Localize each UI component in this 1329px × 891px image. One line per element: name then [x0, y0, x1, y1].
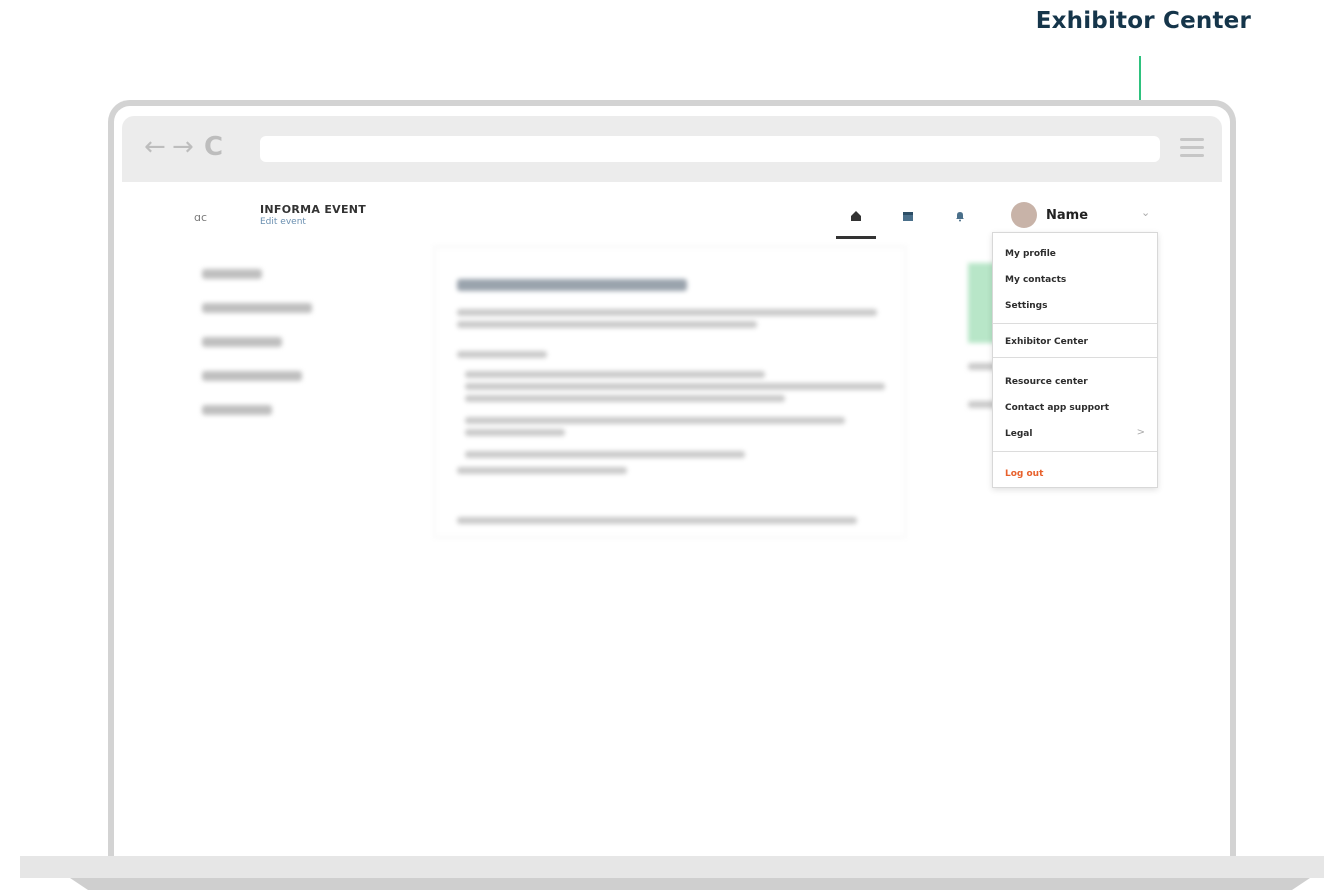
edit-event-link[interactable]: Edit event: [260, 217, 306, 227]
text-line: [465, 451, 745, 458]
text-line: [465, 429, 565, 436]
laptop-base: [20, 856, 1324, 878]
sidebar-item[interactable]: [202, 303, 312, 313]
text-line: [457, 467, 627, 474]
chevron-down-icon[interactable]: ⌄: [1141, 206, 1150, 219]
menu-item-log-out[interactable]: Log out: [1005, 469, 1043, 479]
sidebar-item[interactable]: [202, 269, 262, 279]
laptop-foot: [70, 878, 1310, 890]
text-line: [465, 371, 765, 378]
event-title: INFORMA EVENT: [260, 203, 367, 216]
welcome-card: [434, 246, 906, 538]
menu-item-legal[interactable]: Legal: [1005, 429, 1032, 439]
forward-arrow-icon[interactable]: →: [172, 134, 194, 160]
callout-label: Exhibitor Center: [1035, 8, 1251, 34]
back-arrow-icon[interactable]: ←: [144, 134, 166, 160]
text-line: [465, 383, 885, 390]
text-line: [465, 417, 845, 424]
menu-divider: [993, 451, 1157, 452]
sidebar-item[interactable]: [202, 405, 272, 415]
text-line: [465, 395, 785, 402]
text-line: [457, 309, 877, 316]
menu-item-contact-app-support[interactable]: Contact app support: [1005, 403, 1109, 413]
menu-item-my-contacts[interactable]: My contacts: [1005, 275, 1066, 285]
text-line: [457, 351, 547, 358]
menu-item-resource-center[interactable]: Resource center: [1005, 377, 1088, 387]
laptop-screen: ← → C ɑc INFORMA EVENT Edit event Name ⌄: [108, 100, 1236, 860]
menu-item-settings[interactable]: Settings: [1005, 301, 1047, 311]
browser-menu-icon[interactable]: [1180, 138, 1204, 157]
welcome-heading: [457, 279, 687, 291]
bell-icon[interactable]: [952, 210, 968, 225]
user-dropdown-menu: My profile My contacts Settings Exhibito…: [992, 232, 1158, 488]
sidebar: [184, 251, 424, 431]
text-line: [457, 517, 857, 524]
calendar-icon[interactable]: [900, 210, 916, 225]
menu-divider: [993, 357, 1157, 358]
menu-item-exhibitor-center[interactable]: Exhibitor Center: [1005, 337, 1088, 347]
menu-divider: [993, 323, 1157, 324]
avatar[interactable]: [1011, 202, 1037, 228]
text-line: [457, 321, 757, 328]
browser-toolbar: ← → C: [122, 116, 1222, 182]
home-tab-indicator: [836, 236, 876, 239]
sidebar-item[interactable]: [202, 337, 282, 347]
address-bar[interactable]: [260, 136, 1160, 162]
user-name[interactable]: Name: [1046, 208, 1088, 223]
chevron-right-icon: >: [1136, 427, 1145, 438]
reload-icon[interactable]: C: [204, 134, 223, 160]
app-logo[interactable]: ɑc: [194, 211, 207, 224]
menu-item-my-profile[interactable]: My profile: [1005, 249, 1056, 259]
home-icon[interactable]: [848, 210, 864, 225]
sidebar-item[interactable]: [202, 371, 302, 381]
